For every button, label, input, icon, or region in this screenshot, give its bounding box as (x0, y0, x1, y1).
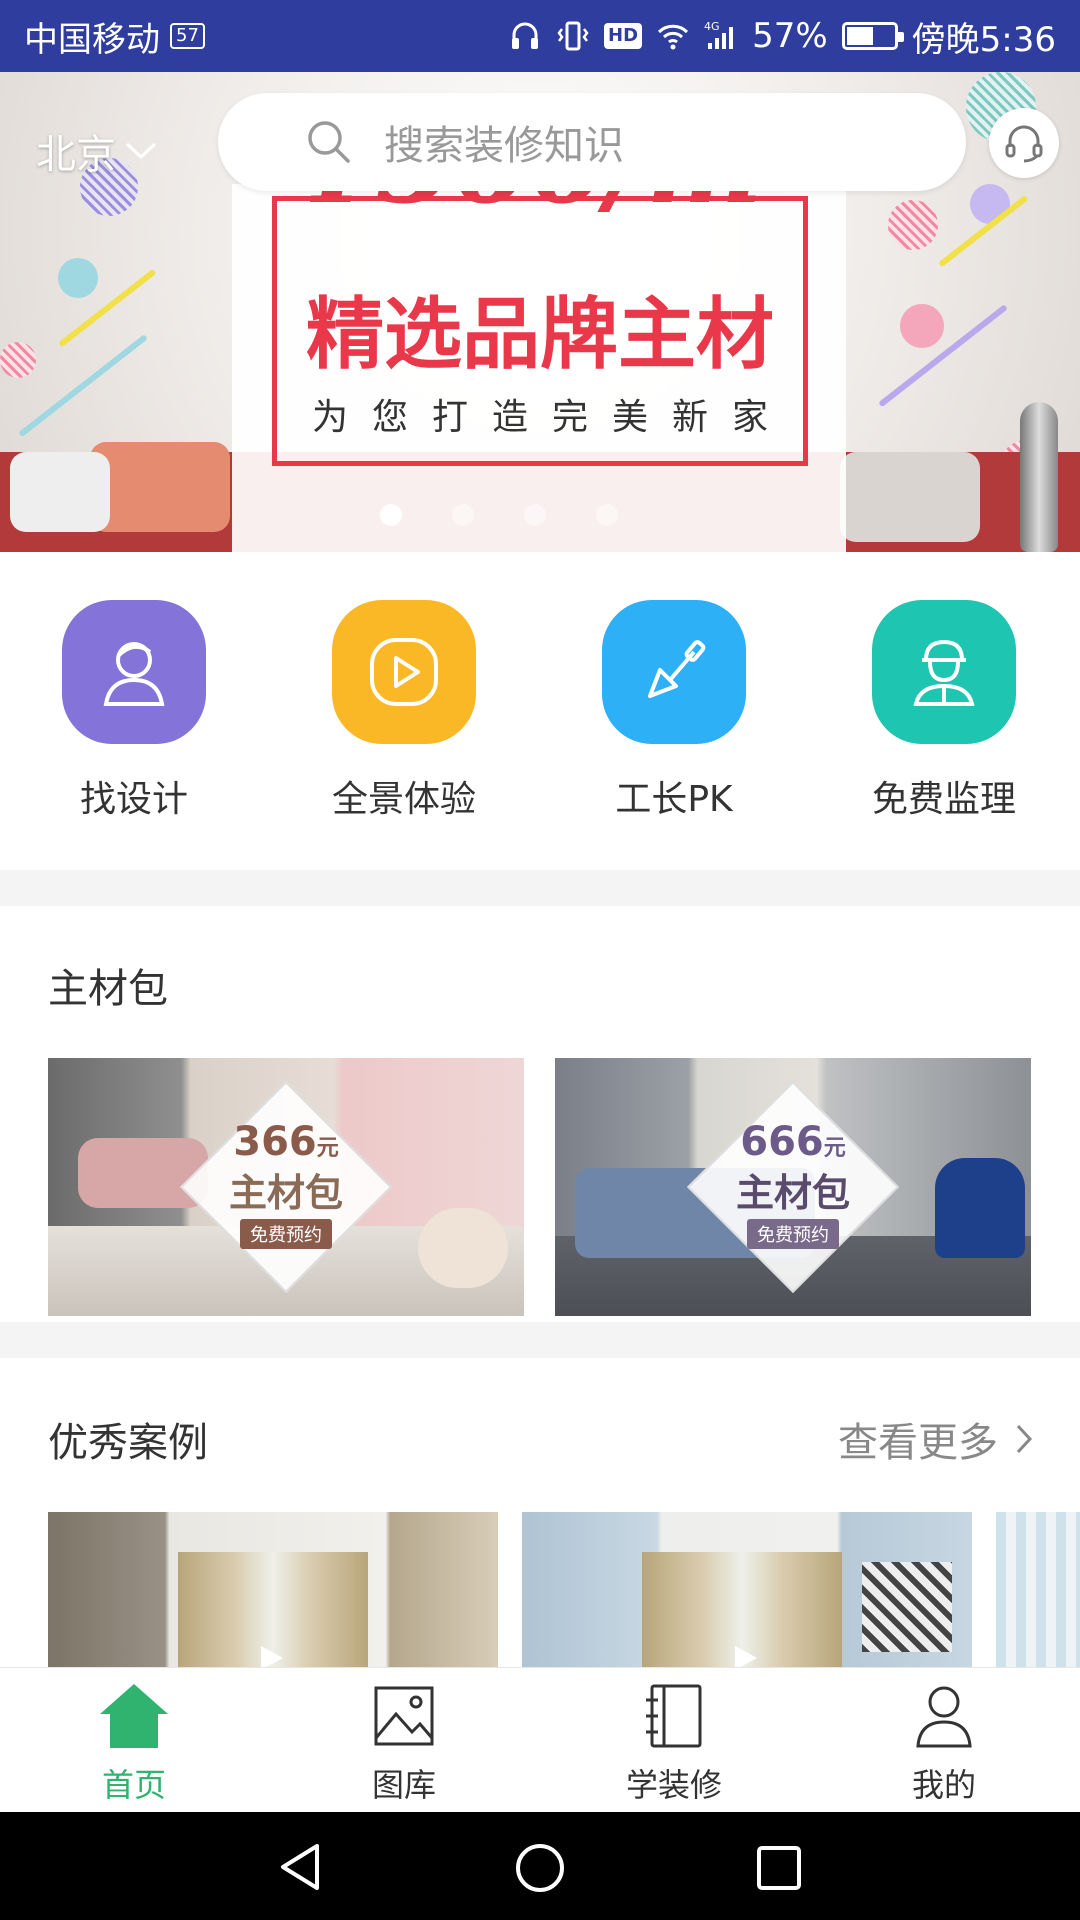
package-card-666[interactable]: 666元 主材包 免费预约 (555, 1058, 1031, 1316)
package-name: 主材包 (735, 1171, 850, 1215)
package-card-366[interactable]: 366元 主材包 免费预约 (48, 1058, 524, 1316)
back-icon[interactable] (275, 1842, 325, 1892)
tab-label: 首页 (101, 1766, 166, 1804)
package-text: 366元 主材包 免费预约 (48, 1120, 524, 1249)
wifi-icon (658, 24, 689, 50)
case-card[interactable] (48, 1512, 498, 1667)
view-more-label: 查看更多 (838, 1420, 998, 1466)
customer-service-button[interactable] (989, 108, 1059, 178)
quick-nav: 找设计 全景体验 工长PK 免费监理 (0, 552, 1080, 870)
battery-fill (846, 27, 873, 45)
play-icon (735, 1646, 757, 1667)
banner-pagination (380, 504, 618, 526)
package-tag: 免费预约 (747, 1219, 839, 1249)
notebook-icon (646, 1684, 702, 1748)
package-tag: 免费预约 (240, 1219, 332, 1249)
recents-icon[interactable] (755, 1844, 803, 1892)
pillow (10, 452, 110, 532)
pagination-dot[interactable] (524, 504, 546, 526)
pagination-dot[interactable] (596, 504, 618, 526)
quick-nav-find-design[interactable]: 找设计 (34, 600, 234, 822)
quick-nav-free-supervision[interactable]: 免费监理 (844, 600, 1044, 822)
svg-text:4G: 4G (704, 20, 720, 33)
promo-title: 精选品牌主材 (305, 290, 774, 380)
tab-gallery[interactable]: 图库 (304, 1680, 504, 1806)
view-more-link[interactable]: 查看更多 (838, 1410, 1034, 1468)
tab-label: 图库 (371, 1766, 436, 1804)
cases-title: 优秀案例 (48, 1420, 208, 1466)
battery-icon (841, 22, 904, 50)
gallery-icon (374, 1686, 434, 1746)
profile-icon (916, 1686, 972, 1748)
wall-art (862, 1562, 952, 1652)
package-name: 主材包 (228, 1171, 343, 1215)
worker-helmet-icon (872, 600, 1016, 744)
decor-circle (888, 200, 938, 250)
bottom-nav: 首页 图库 学装修 我的 (0, 1667, 1080, 1812)
system-nav-bar (0, 1812, 1080, 1920)
chevron-right-icon (1016, 1424, 1033, 1454)
battery-percent: 57% (752, 16, 828, 56)
tab-learn-decoration[interactable]: 学装修 (574, 1680, 774, 1806)
designer-icon (62, 600, 206, 744)
city-name: 北京 (36, 132, 116, 178)
decor-circle (0, 342, 36, 378)
quick-nav-label: 全景体验 (331, 779, 476, 820)
pillow (90, 442, 230, 532)
tab-label: 学装修 (625, 1766, 722, 1804)
tab-label: 我的 (911, 1766, 976, 1804)
headset-icon (1005, 125, 1043, 163)
chevron-down-icon (125, 142, 157, 160)
status-bar: 中国移动 57 HD 4G 57% 傍晚5:36 (0, 0, 1080, 72)
trowel-icon (602, 600, 746, 744)
search-icon (308, 121, 350, 163)
search-placeholder: 搜索装修知识 (384, 123, 624, 169)
city-selector[interactable]: 北京 (36, 122, 158, 180)
package-price: 366 (233, 1119, 317, 1165)
vase (1020, 402, 1058, 552)
tab-home[interactable]: 首页 (34, 1680, 234, 1806)
section-divider (0, 870, 1080, 906)
decor-circle (58, 258, 98, 298)
case-card[interactable] (996, 1512, 1080, 1667)
quick-nav-label: 免费监理 (871, 779, 1016, 820)
sim-badge: 57 (170, 23, 205, 49)
decor-circle (900, 304, 944, 348)
package-text: 666元 主材包 免费预约 (555, 1120, 1031, 1249)
pagination-dot[interactable] (380, 504, 402, 526)
search-input[interactable]: 搜索装修知识 (218, 93, 966, 191)
signal-4g-icon: 4G (704, 20, 734, 49)
pillow (840, 452, 980, 542)
pagination-dot[interactable] (452, 504, 474, 526)
home-icon (100, 1684, 168, 1748)
section-divider (0, 1322, 1080, 1358)
quick-nav-label: 找设计 (79, 779, 188, 820)
promo-subtitle: 为您打造完美新家 (311, 397, 792, 438)
quick-nav-foreman-pk[interactable]: 工长PK (574, 600, 774, 822)
play-icon (261, 1646, 283, 1667)
play-icon (332, 600, 476, 744)
carrier-name: 中国移动 (24, 19, 160, 60)
home-circle-icon[interactable] (514, 1842, 566, 1894)
package-unit: 元 (823, 1136, 846, 1161)
quick-nav-label: 工长PK (615, 779, 733, 820)
headphone-icon (512, 22, 539, 49)
vibrate-icon (557, 21, 589, 51)
package-unit: 元 (316, 1136, 339, 1161)
case-card[interactable] (522, 1512, 972, 1667)
quick-nav-panorama[interactable]: 全景体验 (304, 600, 504, 822)
tab-mine[interactable]: 我的 (844, 1680, 1044, 1806)
packages-title: 主材包 (48, 966, 168, 1012)
clock: 傍晚5:36 (911, 19, 1056, 60)
hd-icon: HD (604, 23, 643, 49)
package-price: 666 (740, 1119, 824, 1165)
